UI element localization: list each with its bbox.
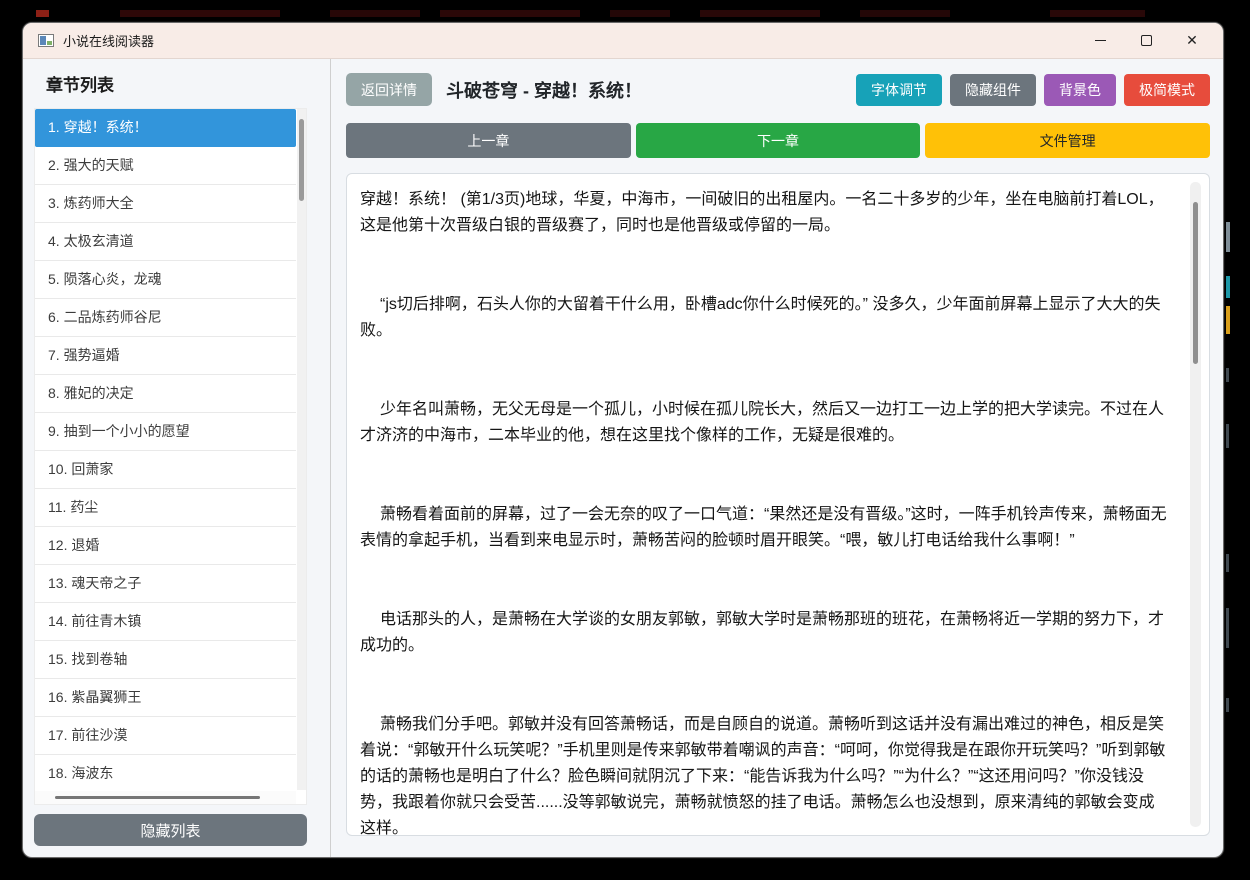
chapter-item[interactable]: 12. 退婚 [35,527,296,565]
background-artifact [1050,10,1145,17]
reader-panel: 穿越！系统！ (第1/3页)地球，华夏，中海市，一间破旧的出租屋内。一名二十多岁… [346,173,1210,836]
background-artifact [1226,276,1230,298]
chapter-item[interactable]: 17. 前往沙漠 [35,717,296,755]
novel-paragraph: 穿越！系统！ (第1/3页)地球，华夏，中海市，一间破旧的出租屋内。一名二十多岁… [360,191,1164,234]
background-artifact [1226,608,1229,648]
chapter-item[interactable]: 8. 雅妃的决定 [35,375,296,413]
close-button[interactable] [1169,25,1215,57]
window-controls [1077,25,1215,57]
chapter-item[interactable]: 1. 穿越！系统！ [35,109,296,147]
chapter-item[interactable]: 18. 海波东 [35,755,296,793]
horizontal-scrollbar-thumb[interactable] [55,796,260,799]
maximize-icon [1140,35,1152,46]
chapter-sidebar: 章节列表 1. 穿越！系统！ 2. 强大的天赋 3. 炼药师大全 4. 太极玄清道 5.… [23,59,331,857]
novel-paragraph: “js切后排啊，石头人你的大留着干什么用，卧槽adc你什么时候死的。” 没多久，… [360,296,1161,339]
back-to-details-button[interactable]: 返回详情 [346,73,432,106]
chapter-list-horizontal-scrollbar[interactable] [35,791,296,804]
file-manager-button[interactable]: 文件管理 [925,123,1211,158]
chapter-list-vertical-scrollbar[interactable] [297,109,306,790]
chapter-item[interactable]: 9. 抽到一个小小的愿望 [35,413,296,451]
background-artifact [1226,368,1229,382]
chapter-item[interactable]: 7. 强势逼婚 [35,337,296,375]
minimize-icon [1094,40,1106,41]
chapter-item[interactable]: 2. 强大的天赋 [35,147,296,185]
chapter-item[interactable]: 6. 二品炼药师谷尼 [35,299,296,337]
novel-paragraph: 萧畅看着面前的屏幕，过了一会无奈的叹了一口气道：“果然还是没有晋级。”这时，一阵… [360,506,1167,549]
chapter-item[interactable]: 16. 紫晶翼狮王 [35,679,296,717]
chapter-item[interactable]: 15. 找到卷轴 [35,641,296,679]
reader-toolbar: 返回详情 斗破苍穹 - 穿越！系统！ 字体调节 隐藏组件 背景色 极简模式 [346,73,1210,106]
title-bar[interactable]: 小说在线阅读器 [23,23,1223,59]
chapter-item[interactable]: 10. 回萧家 [35,451,296,489]
reader-main: 返回详情 斗破苍穹 - 穿越！系统！ 字体调节 隐藏组件 背景色 极简模式 上一章 下… [331,59,1223,857]
background-artifact [860,10,950,17]
chapter-item[interactable]: 11. 药尘 [35,489,296,527]
chapter-item[interactable]: 4. 太极玄清道 [35,223,296,261]
reader-text: 穿越！系统！ (第1/3页)地球，华夏，中海市，一间破旧的出租屋内。一名二十多岁… [360,187,1169,836]
background-artifact [1226,424,1229,448]
chapter-item[interactable]: 14. 前往青木镇 [35,603,296,641]
chapter-title: 斗破苍穹 - 穿越！系统！ [446,80,642,101]
background-artifact [1226,698,1229,712]
reader-scrollbar-thumb[interactable] [1193,202,1198,364]
chapter-item[interactable]: 5. 陨落心炎，龙魂 [35,261,296,299]
window-title: 小说在线阅读器 [63,34,155,49]
hide-list-button[interactable]: 隐藏列表 [34,814,307,846]
novel-paragraph: 萧畅我们分手吧。郭敏并没有回答萧畅话，而是自顾自的说道。萧畅听到这话并没有漏出难… [360,716,1166,836]
chapter-item[interactable]: 13. 魂天帝之子 [35,565,296,603]
hide-widgets-button[interactable]: 隐藏组件 [950,73,1036,106]
background-artifact [36,10,49,17]
background-artifact [440,10,580,17]
background-artifact [700,10,820,17]
close-icon [1186,32,1198,50]
background-color-button[interactable]: 背景色 [1044,73,1116,106]
next-chapter-button[interactable]: 下一章 [635,123,921,158]
novel-paragraph: 电话那头的人，是萧畅在大学谈的女朋友郭敏，郭敏大学时是萧畅那班的班花，在萧畅将近… [360,611,1165,654]
window-content: 章节列表 1. 穿越！系统！ 2. 强大的天赋 3. 炼药师大全 4. 太极玄清道 5.… [23,59,1223,857]
chapter-list: 1. 穿越！系统！ 2. 强大的天赋 3. 炼药师大全 4. 太极玄清道 5. 陨落心炎… [34,108,307,805]
toolbar-actions: 字体调节 隐藏组件 背景色 极简模式 [856,73,1210,106]
background-artifact [1226,222,1230,252]
novel-paragraph: 少年名叫萧畅，无父无母是一个孤儿，小时候在孤儿院长大，然后又一边打工一边上学的把… [360,401,1165,444]
background-artifact [1226,554,1229,572]
chapter-item[interactable]: 3. 炼药师大全 [35,185,296,223]
background-artifact [330,10,420,17]
sidebar-title: 章节列表 [46,76,114,95]
app-icon [38,34,54,47]
app-window: 小说在线阅读器 章节列表 1. 穿越！系统！2. 强大的天赋3. 炼药师大全4.… [22,22,1224,858]
prev-chapter-button[interactable]: 上一章 [346,123,631,158]
vertical-scrollbar-thumb[interactable] [299,119,304,201]
minimize-button[interactable] [1077,25,1123,57]
font-adjust-button[interactable]: 字体调节 [856,73,942,106]
minimal-mode-button[interactable]: 极简模式 [1124,73,1210,106]
chapter-nav: 上一章 下一章 文件管理 [346,123,1211,158]
maximize-button[interactable] [1123,25,1169,57]
background-artifact [1226,306,1230,334]
background-artifact [120,10,280,17]
background-artifact [610,10,670,17]
